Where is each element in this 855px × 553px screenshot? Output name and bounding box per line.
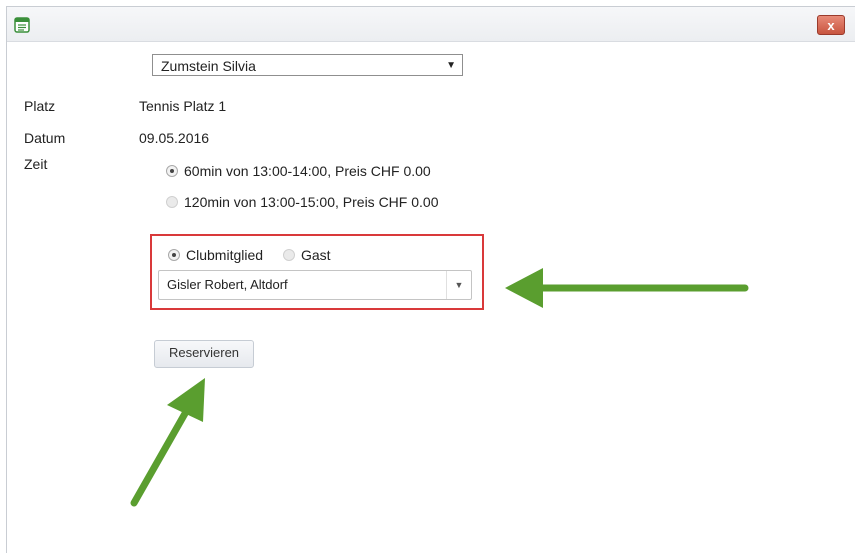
- chevron-down-icon: ▼: [446, 60, 456, 71]
- datum-value: 09.05.2016: [139, 130, 210, 146]
- partner-type-label: Gast: [301, 247, 331, 263]
- document-icon: [14, 17, 30, 33]
- close-icon: x: [827, 17, 835, 33]
- user-select[interactable]: Zumstein Silvia ▼: [152, 54, 463, 76]
- radio-selected-icon[interactable]: [168, 249, 180, 261]
- partner-type-label: Clubmitglied: [186, 247, 264, 263]
- zeit-option-label: 120min von 13:00-15:00, Preis CHF 0.00: [184, 194, 439, 210]
- datum-label: Datum: [24, 130, 66, 146]
- zeit-option-120[interactable]: 120min von 13:00-15:00, Preis CHF 0.00: [166, 194, 438, 210]
- close-button[interactable]: x: [817, 15, 845, 35]
- member-select-value: Gisler Robert, Altdorf: [167, 277, 288, 292]
- zeit-option-60[interactable]: 60min von 13:00-14:00, Preis CHF 0.00: [166, 163, 431, 179]
- partner-type-gast[interactable]: Gast: [283, 247, 331, 263]
- radio-selected-icon[interactable]: [166, 165, 178, 177]
- platz-label: Platz: [24, 98, 56, 114]
- member-select[interactable]: Gisler Robert, Altdorf ▼: [158, 270, 472, 300]
- partner-type-clubmitglied[interactable]: Clubmitglied: [168, 247, 263, 263]
- zeit-option-label: 60min von 13:00-14:00, Preis CHF 0.00: [184, 163, 431, 179]
- radio-unselected-icon[interactable]: [283, 249, 295, 261]
- title-bar: x: [7, 7, 855, 42]
- user-select-value: Zumstein Silvia: [161, 58, 256, 74]
- radio-unselected-icon[interactable]: [166, 196, 178, 208]
- reserve-button[interactable]: Reservieren: [154, 340, 254, 368]
- platz-value: Tennis Platz 1: [139, 98, 227, 114]
- chevron-down-icon: ▼: [446, 271, 471, 299]
- zeit-label: Zeit: [24, 156, 48, 172]
